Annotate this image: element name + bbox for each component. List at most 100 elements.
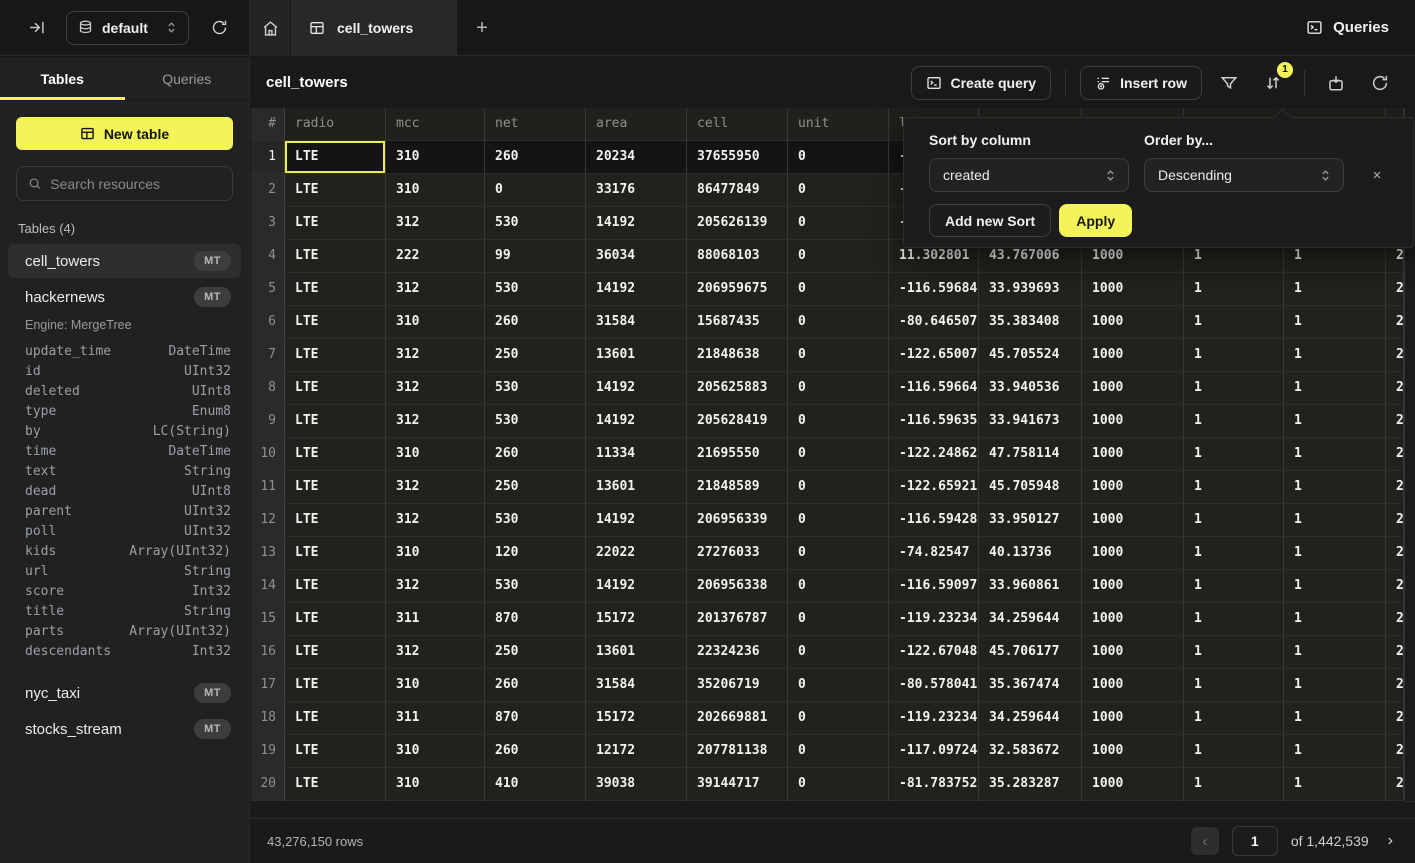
table-cell[interactable]: -81.783752 xyxy=(889,768,979,801)
table-cell[interactable]: 2 xyxy=(1386,636,1404,669)
table-cell[interactable]: 21695550 xyxy=(687,438,788,471)
table-cell[interactable]: 45.706177 xyxy=(979,636,1082,669)
reconnect-button[interactable] xyxy=(203,12,235,44)
table-cell[interactable]: 530 xyxy=(485,405,586,438)
row-number[interactable]: 9 xyxy=(251,405,285,438)
refresh-table-button[interactable] xyxy=(1363,66,1397,100)
table-cell[interactable]: 1 xyxy=(1284,537,1386,570)
table-cell[interactable]: 1 xyxy=(1184,339,1284,372)
row-number[interactable]: 8 xyxy=(251,372,285,405)
table-cell[interactable]: 37655950 xyxy=(687,141,788,174)
table-cell[interactable]: LTE xyxy=(285,504,386,537)
table-cell[interactable]: 250 xyxy=(485,471,586,504)
table-cell[interactable]: LTE xyxy=(285,603,386,636)
table-cell[interactable]: 0 xyxy=(788,603,889,636)
table-cell[interactable]: 1 xyxy=(1284,339,1386,372)
sidebar-item-stocks_stream[interactable]: stocks_streamMT xyxy=(8,712,241,746)
table-cell[interactable]: 0 xyxy=(788,306,889,339)
table-cell[interactable]: 0 xyxy=(788,768,889,801)
table-cell[interactable]: 0 xyxy=(788,537,889,570)
table-cell[interactable]: -116.596352 xyxy=(889,405,979,438)
search-input[interactable] xyxy=(50,176,221,192)
sidebar-item-cell_towers[interactable]: cell_towersMT xyxy=(8,244,241,278)
table-cell[interactable]: -122.670486 xyxy=(889,636,979,669)
table-cell[interactable]: LTE xyxy=(285,735,386,768)
column-header-mcc[interactable]: mcc xyxy=(386,108,485,141)
table-cell[interactable]: -116.596642 xyxy=(889,372,979,405)
table-cell[interactable]: 1 xyxy=(1284,603,1386,636)
table-cell[interactable]: 14192 xyxy=(586,504,687,537)
table-cell[interactable]: 250 xyxy=(485,636,586,669)
table-cell[interactable]: 1 xyxy=(1184,537,1284,570)
page-number-input[interactable] xyxy=(1232,826,1278,856)
table-cell[interactable]: 34.259644 xyxy=(979,702,1082,735)
table-cell[interactable]: 2 xyxy=(1386,735,1404,768)
table-cell[interactable]: 205628419 xyxy=(687,405,788,438)
table-cell[interactable]: 1000 xyxy=(1082,636,1184,669)
table-cell[interactable]: 312 xyxy=(386,207,485,240)
table-cell[interactable]: 1 xyxy=(1284,570,1386,603)
table-cell[interactable]: 1000 xyxy=(1082,603,1184,636)
row-number[interactable]: 14 xyxy=(251,570,285,603)
table-cell[interactable]: 33.960861 xyxy=(979,570,1082,603)
table-cell[interactable]: 1 xyxy=(1184,669,1284,702)
table-cell[interactable]: 1 xyxy=(1184,702,1284,735)
sidebar-tab-tables[interactable]: Tables xyxy=(0,57,125,100)
column-header-cell[interactable]: cell xyxy=(687,108,788,141)
table-cell[interactable]: LTE xyxy=(285,174,386,207)
table-cell[interactable]: 530 xyxy=(485,372,586,405)
filter-button[interactable] xyxy=(1212,66,1246,100)
row-number[interactable]: 4 xyxy=(251,240,285,273)
table-cell[interactable]: 1000 xyxy=(1082,768,1184,801)
table-cell[interactable]: 2 xyxy=(1386,669,1404,702)
row-number[interactable]: 16 xyxy=(251,636,285,669)
table-cell[interactable]: 0 xyxy=(788,207,889,240)
table-cell[interactable]: 1000 xyxy=(1082,339,1184,372)
table-cell[interactable]: 2 xyxy=(1386,603,1404,636)
table-cell[interactable]: 1 xyxy=(1284,471,1386,504)
table-cell[interactable]: 33176 xyxy=(586,174,687,207)
row-number[interactable]: 19 xyxy=(251,735,285,768)
table-cell[interactable]: 1 xyxy=(1184,471,1284,504)
table-cell[interactable]: 2 xyxy=(1386,504,1404,537)
table-cell[interactable]: 310 xyxy=(386,537,485,570)
row-number[interactable]: 11 xyxy=(251,471,285,504)
table-cell[interactable]: 0 xyxy=(788,702,889,735)
table-cell[interactable]: 39038 xyxy=(586,768,687,801)
table-cell[interactable]: 1 xyxy=(1284,504,1386,537)
table-cell[interactable]: 15172 xyxy=(586,702,687,735)
table-cell[interactable]: 14192 xyxy=(586,207,687,240)
table-cell[interactable]: 13601 xyxy=(586,636,687,669)
table-cell[interactable]: 1 xyxy=(1184,768,1284,801)
table-cell[interactable]: -116.596848 xyxy=(889,273,979,306)
table-cell[interactable]: LTE xyxy=(285,207,386,240)
row-number[interactable]: 20 xyxy=(251,768,285,801)
table-cell[interactable]: LTE xyxy=(285,768,386,801)
new-tab-button[interactable]: + xyxy=(457,0,507,56)
table-cell[interactable]: 14192 xyxy=(586,405,687,438)
table-cell[interactable]: 99 xyxy=(485,240,586,273)
table-cell[interactable]: 1000 xyxy=(1082,438,1184,471)
table-cell[interactable]: 0 xyxy=(788,636,889,669)
row-number[interactable]: 5 xyxy=(251,273,285,306)
table-cell[interactable]: 1 xyxy=(1184,405,1284,438)
table-cell[interactable]: 13601 xyxy=(586,471,687,504)
table-cell[interactable]: 530 xyxy=(485,273,586,306)
table-cell[interactable]: 530 xyxy=(485,570,586,603)
table-cell[interactable]: 1000 xyxy=(1082,702,1184,735)
table-cell[interactable]: 1000 xyxy=(1082,306,1184,339)
table-cell[interactable]: LTE xyxy=(285,405,386,438)
table-cell[interactable]: 2 xyxy=(1386,405,1404,438)
table-cell[interactable]: 1000 xyxy=(1082,504,1184,537)
table-cell[interactable]: 0 xyxy=(788,504,889,537)
table-cell[interactable]: 1 xyxy=(1184,504,1284,537)
table-cell[interactable]: LTE xyxy=(285,273,386,306)
table-cell[interactable]: LTE xyxy=(285,537,386,570)
table-cell[interactable]: 2 xyxy=(1386,768,1404,801)
table-cell[interactable]: 1 xyxy=(1184,273,1284,306)
table-cell[interactable]: 311 xyxy=(386,702,485,735)
table-cell[interactable]: 0 xyxy=(788,273,889,306)
row-number[interactable]: 3 xyxy=(251,207,285,240)
table-cell[interactable]: 21848589 xyxy=(687,471,788,504)
table-cell[interactable]: 310 xyxy=(386,669,485,702)
